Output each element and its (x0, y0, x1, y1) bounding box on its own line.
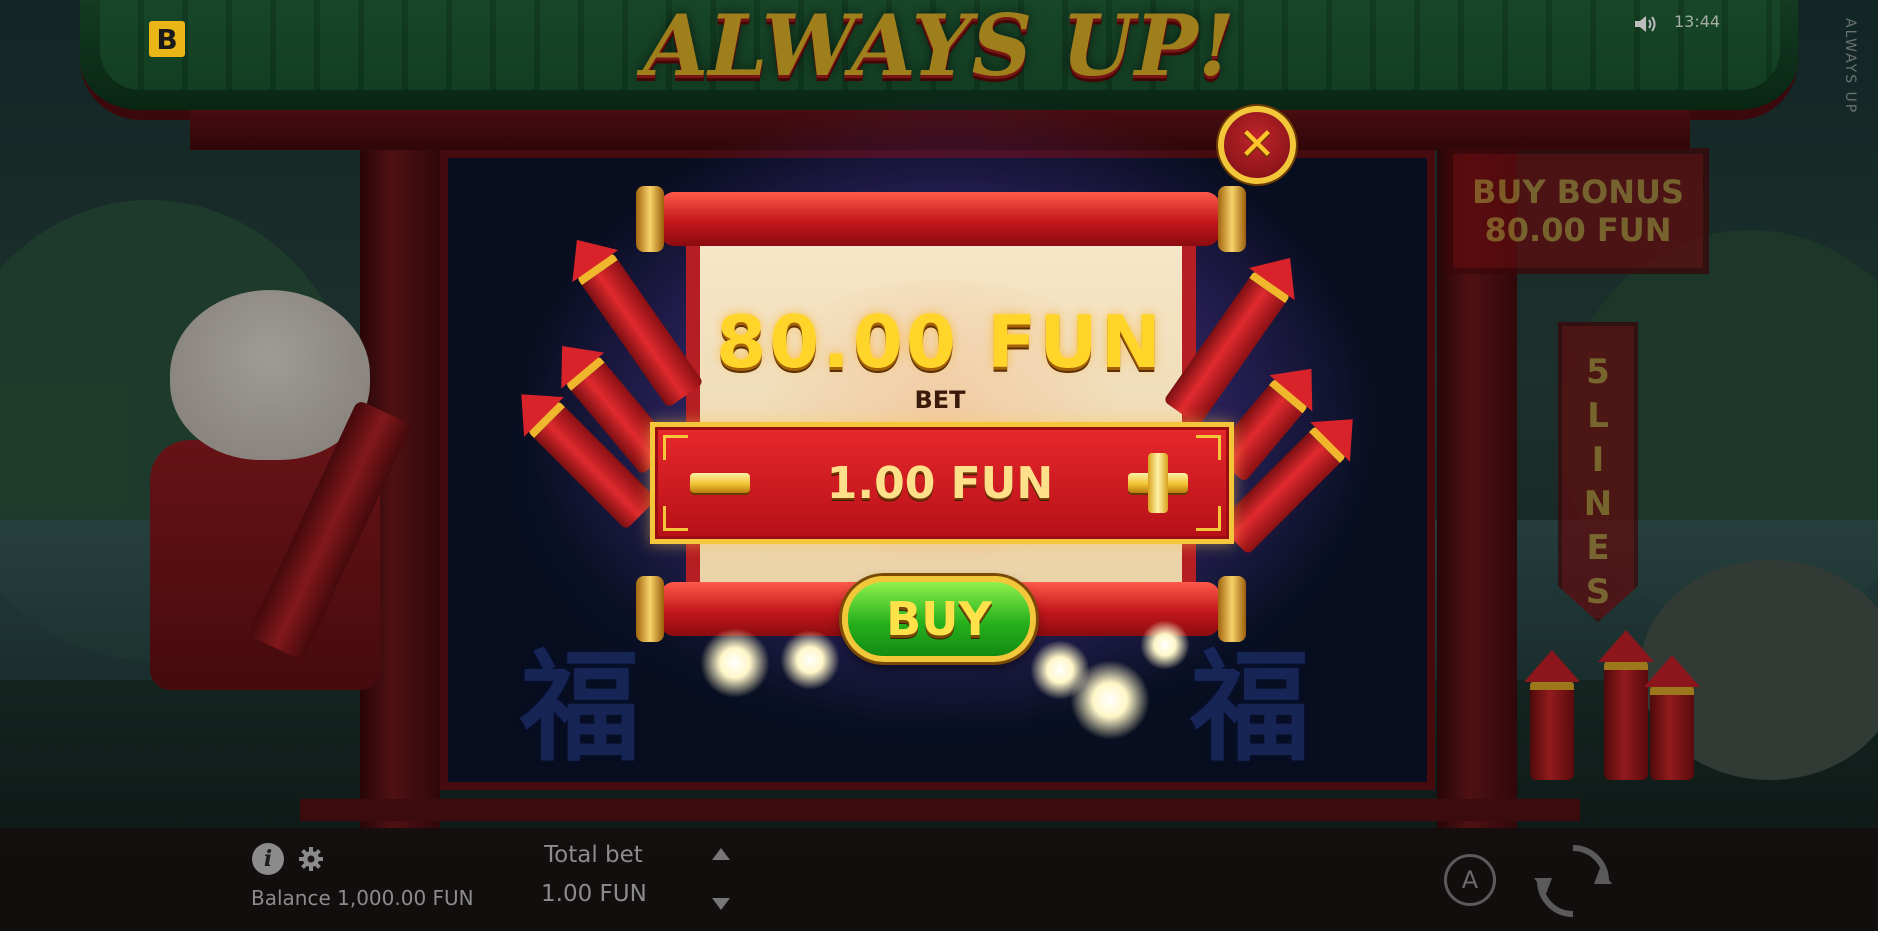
total-bet-value: 1.00 FUN (541, 881, 647, 907)
roller-cap (1218, 576, 1246, 642)
roller-cap (636, 576, 664, 642)
spin-icon[interactable] (1530, 838, 1616, 924)
sparkle-decor (780, 630, 840, 690)
clock: 13:44 (1674, 12, 1721, 31)
minus-icon (690, 473, 750, 493)
vertical-game-title: ALWAYS UP (1842, 18, 1858, 115)
sparkle-decor (1070, 660, 1150, 740)
bet-value: 1.00 FUN (826, 458, 1054, 509)
scroll-paper (686, 240, 1196, 600)
gear-icon[interactable] (298, 846, 324, 872)
balance-text: Balance 1,000.00 FUN (251, 886, 474, 910)
panel-corner (1196, 506, 1221, 531)
panel-corner (663, 435, 688, 460)
plus-icon-vertical (1148, 453, 1168, 513)
roller-cap (636, 186, 664, 252)
roller-cap (1218, 186, 1246, 252)
autoplay-button[interactable]: A (1444, 854, 1496, 906)
close-button[interactable]: ✕ (1218, 106, 1296, 184)
total-bet-label: Total bet (544, 842, 643, 868)
sparkle-decor (1140, 620, 1190, 670)
scroll-roller-top (660, 192, 1220, 246)
sparkle-decor (700, 628, 770, 698)
arrow-down-icon[interactable] (712, 898, 730, 910)
buy-button[interactable]: BUY (842, 576, 1036, 662)
panel-corner (663, 506, 688, 531)
panel-corner (1196, 435, 1221, 460)
close-icon: ✕ (1238, 119, 1276, 170)
sound-icon[interactable] (1633, 14, 1657, 34)
bonus-price: 80.00 FUN (716, 300, 1164, 384)
logo-icon: B (149, 21, 185, 57)
bet-label: BET (914, 386, 966, 414)
info-icon[interactable]: i (252, 843, 284, 875)
arrow-up-icon[interactable] (712, 848, 730, 860)
decrease-bet-button[interactable] (690, 468, 750, 498)
increase-bet-button[interactable] (1128, 453, 1188, 513)
buy-button-label: BUY (886, 592, 992, 646)
